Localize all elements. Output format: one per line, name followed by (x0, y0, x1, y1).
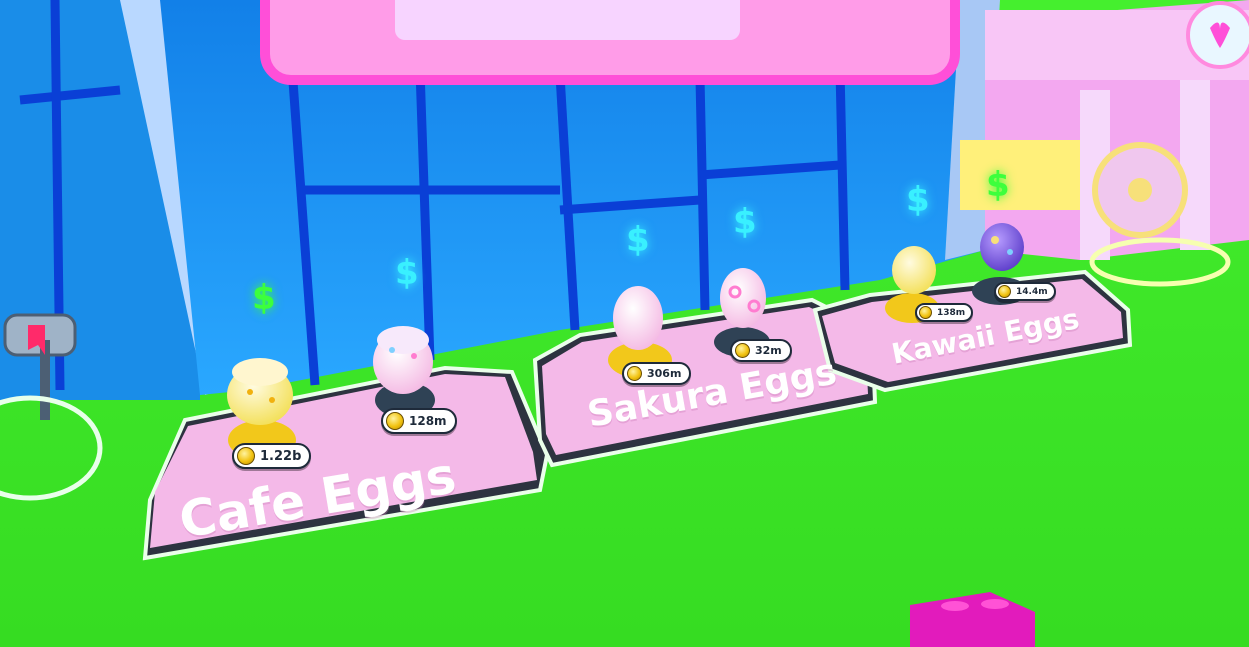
kawaii-egg-2 (980, 223, 1024, 271)
coin-icon (998, 285, 1011, 298)
dollar-sign-icon: $ (626, 220, 650, 260)
egg-price: 32m (755, 344, 782, 357)
egg-price-tag[interactable]: 138m (915, 303, 974, 322)
cafe-egg-1 (227, 358, 293, 425)
egg-price-tag[interactable]: 1.22b (232, 443, 312, 469)
sakura-egg-1 (613, 286, 663, 350)
egg-price-tag[interactable]: 128m (381, 408, 457, 434)
coin-icon (627, 366, 642, 381)
heart-emblem-icon (1186, 1, 1249, 69)
egg-price: 1.22b (260, 448, 302, 464)
dollar-sign-icon: $ (986, 165, 1010, 205)
egg-price: 138m (937, 307, 966, 318)
vault-door-icon (1092, 142, 1188, 238)
egg-price: 14.4m (1016, 286, 1048, 297)
dollar-sign-icon: $ (733, 202, 757, 242)
coin-icon (919, 306, 932, 319)
egg-price-tag[interactable]: 32m (730, 339, 792, 362)
sakura-egg-2 (720, 268, 766, 328)
dollar-sign-icon: $ (252, 278, 276, 318)
coin-icon (735, 343, 750, 358)
coin-icon (237, 447, 255, 465)
dollar-sign-icon: $ (395, 253, 419, 293)
egg-price-tag[interactable]: 14.4m (994, 282, 1056, 301)
kawaii-egg-1 (892, 246, 936, 294)
neon-sign-inner (395, 0, 740, 40)
coin-icon (386, 412, 404, 430)
egg-price: 128m (409, 414, 447, 428)
dollar-sign-icon: $ (906, 180, 930, 220)
shop-pillar-2 (1180, 80, 1210, 250)
cafe-egg-2 (373, 326, 433, 394)
shop-window (960, 140, 1080, 210)
